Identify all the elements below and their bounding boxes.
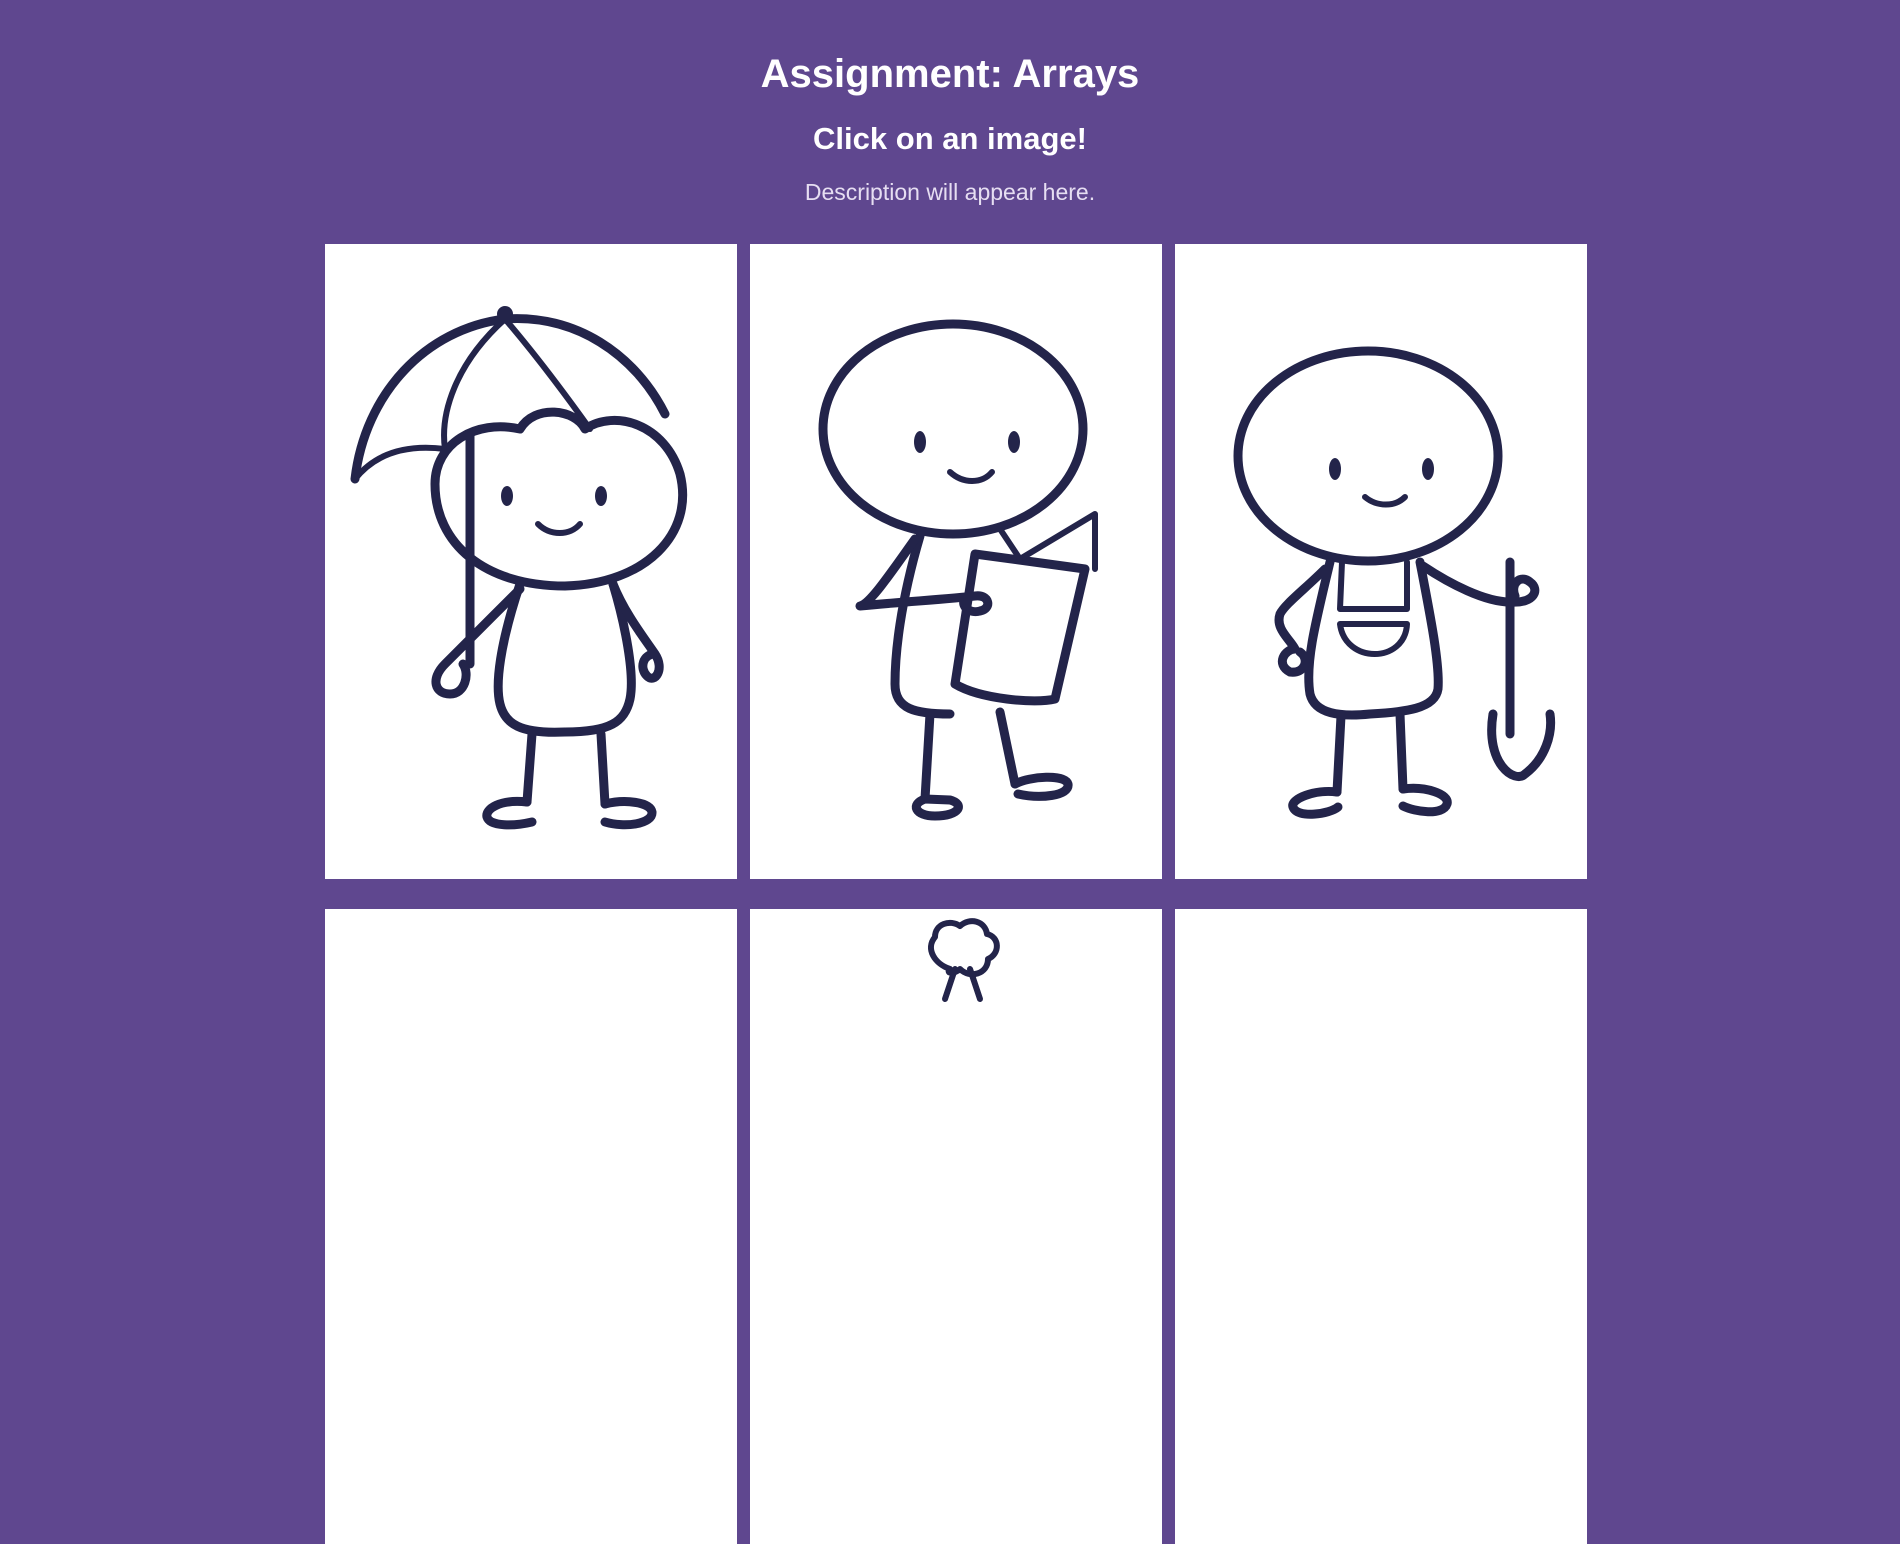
gallery-image-gardener[interactable]: [1175, 244, 1587, 879]
row2-left-drawing: [325, 909, 737, 1544]
reading-figure-drawing: [818, 319, 1098, 821]
tree-drawing: [928, 918, 1000, 1002]
gallery-image-reading[interactable]: [750, 244, 1162, 879]
gallery-image-row2-left[interactable]: [325, 909, 737, 1544]
umbrella-figure-drawing: [350, 306, 688, 830]
gallery-image-row2-middle[interactable]: [750, 909, 1162, 1544]
gallery-image-umbrella[interactable]: [325, 244, 737, 879]
image-gallery: [0, 0, 1900, 1544]
gardener-figure-drawing: [1233, 346, 1556, 819]
row2-right-drawing: [1175, 909, 1587, 1544]
gallery-image-row2-right[interactable]: [1175, 909, 1587, 1544]
